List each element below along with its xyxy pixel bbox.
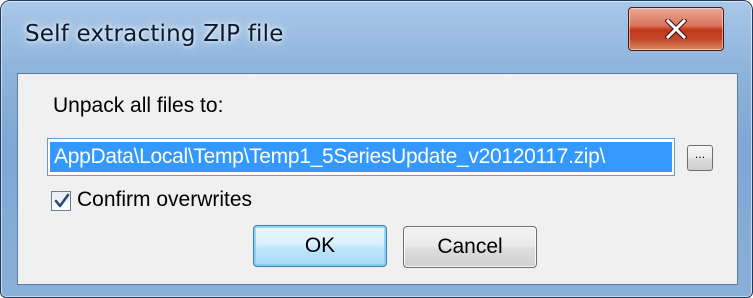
dialog-window: Self extracting ZIP file Unpack all file… xyxy=(0,0,753,298)
confirm-overwrites-label[interactable]: Confirm overwrites xyxy=(77,188,252,212)
destination-path-input[interactable]: AppData\Local\Temp\Temp1_5SeriesUpdate_v… xyxy=(47,138,675,176)
dialog-body: Unpack all files to: AppData\Local\Temp\… xyxy=(17,73,738,285)
unpack-label: Unpack all files to: xyxy=(53,94,224,117)
window-title: Self extracting ZIP file xyxy=(25,21,284,47)
ok-button[interactable]: OK xyxy=(253,225,387,267)
confirm-overwrites-checkbox[interactable] xyxy=(51,191,71,211)
close-icon xyxy=(665,19,687,39)
checkmark-icon xyxy=(54,193,70,208)
destination-path-value[interactable]: AppData\Local\Temp\Temp1_5SeriesUpdate_v… xyxy=(50,142,672,172)
close-button[interactable] xyxy=(628,7,724,51)
title-bar[interactable]: Self extracting ZIP file xyxy=(1,1,752,71)
cancel-button[interactable]: Cancel xyxy=(403,226,537,268)
browse-button[interactable]: ... xyxy=(687,145,713,171)
